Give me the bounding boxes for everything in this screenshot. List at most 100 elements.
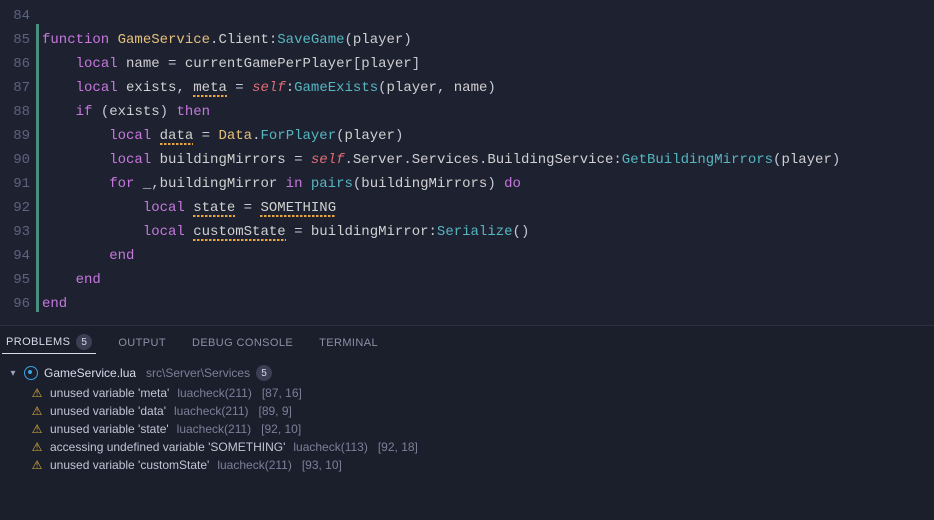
change-marker [36, 96, 39, 120]
problem-source: luacheck(113) [293, 440, 367, 454]
code-line[interactable]: local data = Data.ForPlayer(player) [42, 124, 934, 148]
line-number: 94 [0, 244, 36, 268]
problem-source: luacheck(211) [174, 404, 248, 418]
code-token: player [353, 32, 403, 48]
code-token: : [429, 224, 437, 240]
code-line[interactable]: local name = currentGamePerPlayer[player… [42, 52, 934, 76]
line-number: 92 [0, 196, 36, 220]
file-issue-count-badge: 5 [256, 365, 272, 381]
code-token: , [437, 80, 454, 96]
problem-item[interactable]: ⚠unused variable 'customState'luacheck(2… [8, 456, 928, 474]
code-line[interactable]: local exists, meta = self:GameExists(pla… [42, 76, 934, 100]
tab-output[interactable]: OUTPUT [114, 335, 170, 351]
change-marker [36, 0, 39, 24]
code-token: SaveGame [277, 32, 344, 48]
code-token: : [286, 80, 294, 96]
problems-file-row[interactable]: ▾ GameService.lua src\Server\Services 5 [8, 362, 928, 384]
problem-item[interactable]: ⚠unused variable 'data'luacheck(211)[89,… [8, 402, 928, 420]
code-line[interactable] [42, 4, 934, 28]
problem-message: unused variable 'data' [50, 404, 166, 418]
line-number: 85 [0, 28, 36, 52]
code-token: buildingMirror [311, 224, 429, 240]
code-token: player [781, 152, 831, 168]
line-number: 93 [0, 220, 36, 244]
code-token: self [252, 80, 286, 96]
problems-file-path: src\Server\Services [146, 366, 250, 380]
bottom-panel: PROBLEMS 5 OUTPUT DEBUG CONSOLE TERMINAL… [0, 325, 934, 520]
tab-terminal-label: TERMINAL [319, 337, 378, 349]
code-token: BuildingService [487, 152, 613, 168]
code-line[interactable]: end [42, 244, 934, 268]
code-token [42, 272, 76, 288]
change-marker [36, 192, 39, 216]
code-line[interactable]: local customState = buildingMirror:Seria… [42, 220, 934, 244]
code-line[interactable]: if (exists) then [42, 100, 934, 124]
code-token [42, 200, 143, 216]
code-line[interactable]: local state = SOMETHING [42, 196, 934, 220]
code-token: Client [218, 32, 268, 48]
code-line[interactable]: end [42, 292, 934, 316]
change-indicator-bar [36, 0, 39, 325]
problem-item[interactable]: ⚠unused variable 'meta'luacheck(211)[87,… [8, 384, 928, 402]
code-line[interactable]: for _,buildingMirror in pairs(buildingMi… [42, 172, 934, 196]
code-line[interactable]: function GameService.Client:SaveGame(pla… [42, 28, 934, 52]
code-token: ( [378, 80, 386, 96]
code-line[interactable]: local buildingMirrors = self.Server.Serv… [42, 148, 934, 172]
code-token: Data [218, 128, 252, 144]
lua-file-icon [24, 366, 38, 380]
code-token: , [151, 176, 159, 192]
code-token: in [277, 176, 311, 192]
problems-count-badge: 5 [76, 334, 92, 350]
code-token [42, 56, 76, 72]
problem-item[interactable]: ⚠ accessing undefined variable 'SOMETHING… [8, 438, 928, 456]
code-token: Services [412, 152, 479, 168]
problem-source: luacheck(211) [177, 386, 251, 400]
line-number: 95 [0, 268, 36, 292]
code-token [42, 104, 76, 120]
code-token: = [235, 200, 260, 216]
problem-location: [89, 9] [258, 404, 291, 418]
code-token: local [143, 200, 193, 216]
code-token: local [76, 80, 126, 96]
problem-source: luacheck(211) [177, 422, 251, 436]
code-token: ] [412, 56, 420, 72]
code-token: player [345, 128, 395, 144]
tab-terminal[interactable]: TERMINAL [315, 335, 382, 351]
problem-location: [92, 18] [378, 440, 418, 454]
code-token: ) [395, 128, 403, 144]
tab-debug-console[interactable]: DEBUG CONSOLE [188, 335, 297, 351]
code-token: = [160, 56, 185, 72]
code-token: end [42, 296, 67, 312]
code-token: local [143, 224, 193, 240]
code-token: player [361, 56, 411, 72]
code-token [42, 152, 109, 168]
code-token: local [76, 56, 126, 72]
code-token: SOMETHING [260, 200, 336, 217]
code-token: meta [193, 80, 227, 97]
tab-problems[interactable]: PROBLEMS 5 [2, 332, 96, 354]
warning-icon: ⚠ [30, 386, 44, 400]
code-token: then [176, 104, 210, 120]
code-line[interactable]: end [42, 268, 934, 292]
code-token: ) [160, 104, 177, 120]
code-token [42, 80, 76, 96]
code-token: self [311, 152, 345, 168]
tab-output-label: OUTPUT [118, 337, 166, 349]
line-number: 90 [0, 148, 36, 172]
problem-message: unused variable 'meta' [50, 386, 169, 400]
code-token [42, 176, 109, 192]
code-token: = [193, 128, 218, 144]
problem-location: [93, 10] [302, 458, 342, 472]
warning-icon: ⚠ [30, 440, 44, 454]
change-marker [36, 120, 39, 144]
code-token: player [387, 80, 437, 96]
code-token [42, 248, 109, 264]
line-number: 87 [0, 76, 36, 100]
code-token: customState [193, 224, 285, 241]
code-area[interactable]: function GameService.Client:SaveGame(pla… [42, 0, 934, 325]
problem-message: accessing undefined variable 'SOMETHING' [50, 440, 285, 454]
problem-item[interactable]: ⚠unused variable 'state'luacheck(211)[92… [8, 420, 928, 438]
warning-icon: ⚠ [30, 422, 44, 436]
code-editor[interactable]: 84858687888990919293949596 function Game… [0, 0, 934, 325]
code-token: GameService [118, 32, 210, 48]
